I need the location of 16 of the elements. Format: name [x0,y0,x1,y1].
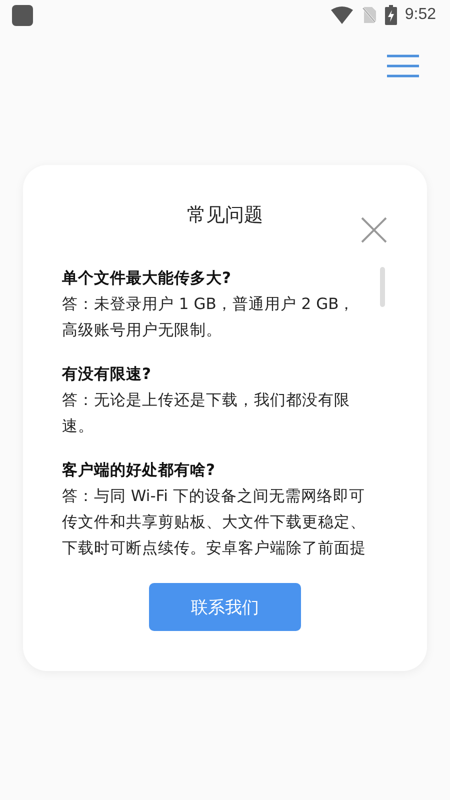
faq-answer: 答：无论是上传还是下载，我们都没有限速。 [62,390,351,437]
faq-answer: 答：未登录用户 1 GB，普通用户 2 GB，高级账号用户无限制。 [62,294,356,341]
dialog-title: 常见问题 [187,203,263,228]
faq-question: 单个文件最大能传多大? [62,268,232,289]
faq-answer: 答：与同 Wi-Fi 下的设备之间无需网络即可传文件和共享剪贴板、大文件下载更稳定、下载时可断点续传。安卓客户端除了前面提 [62,486,366,559]
scrollbar[interactable] [380,267,385,307]
contact-us-button[interactable]: 联系我们 [149,583,301,631]
battery-charging-icon [384,5,397,25]
faq-question: 有没有限速? [62,364,152,385]
close-icon[interactable] [361,217,387,243]
no-sim-icon [360,6,377,24]
menu-icon[interactable] [387,54,419,78]
faq-question: 客户端的好处都有啥? [62,460,216,481]
clock-time: 9:52 [404,6,436,24]
wifi-icon [330,6,353,24]
app-notification-icon [12,4,33,26]
